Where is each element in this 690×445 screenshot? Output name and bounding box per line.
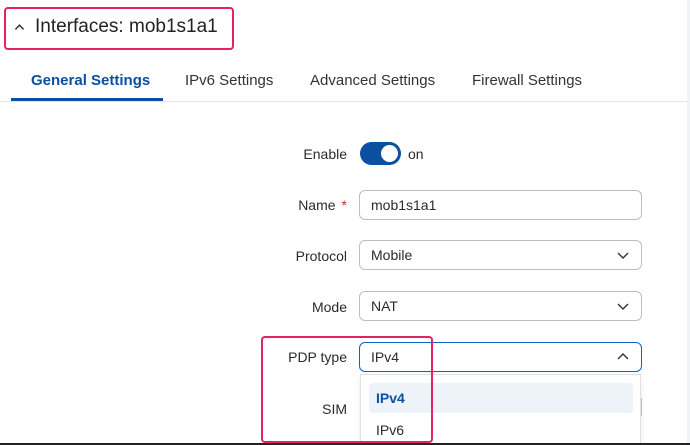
name-label: Name * [262,197,347,213]
page-header: Interfaces: mob1s1a1 [0,0,690,56]
name-input[interactable]: mob1s1a1 [359,190,642,220]
mode-select[interactable]: NAT [359,291,642,321]
enable-label: Enable [303,146,347,162]
tab-firewall-settings[interactable]: Firewall Settings [472,72,582,89]
sim-select-edge[interactable] [641,398,642,416]
mode-select-value: NAT [371,298,398,314]
active-tab-indicator [11,98,163,101]
tab-advanced-settings[interactable]: Advanced Settings [310,72,435,89]
chevron-down-icon [617,303,629,310]
protocol-label: Protocol [295,248,347,264]
enable-state-text: on [408,146,424,162]
chevron-up-icon [617,353,629,360]
name-label-text: Name [298,197,336,213]
protocol-select[interactable]: Mobile [359,240,642,270]
protocol-select-value: Mobile [371,247,413,263]
title-highlight-box [4,7,234,50]
tab-ipv6-settings[interactable]: IPv6 Settings [185,72,273,89]
chevron-down-icon [617,252,629,259]
tab-general-settings[interactable]: General Settings [31,72,150,89]
mode-label: Mode [311,299,347,315]
name-input-value: mob1s1a1 [371,197,437,213]
enable-toggle[interactable] [360,142,401,165]
pdp-highlight-box [261,336,433,443]
tab-bar: General Settings IPv6 Settings Advanced … [0,64,690,102]
toggle-knob [381,145,398,162]
required-marker: * [341,197,347,213]
